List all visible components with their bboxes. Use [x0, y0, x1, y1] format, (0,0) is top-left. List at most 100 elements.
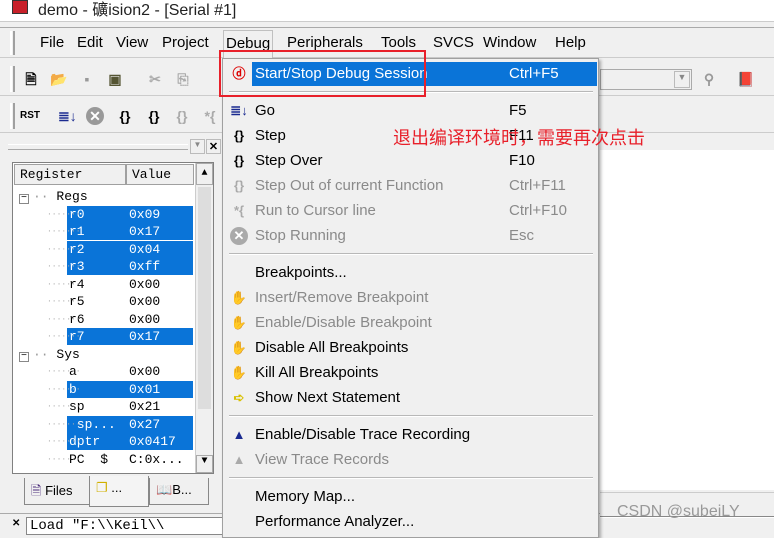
go-icon: ≣↓	[230, 103, 248, 118]
menu-item-breakpoints[interactable]: Breakpoints...	[226, 261, 597, 285]
cut-icon[interactable]: ✂	[146, 70, 164, 88]
table-row[interactable]: a 0x00	[67, 363, 193, 380]
menu-item-insert-remove-breakpoint[interactable]: ✋ Insert/Remove Breakpoint	[226, 286, 597, 310]
table-row[interactable]: r2 0x04	[67, 240, 193, 258]
collapse-icon[interactable]: −	[19, 194, 29, 204]
register-value: 0x0417	[129, 434, 176, 449]
scroll-down-icon[interactable]: ▼	[196, 455, 213, 473]
menu-item-label: Disable All Breakpoints	[255, 339, 409, 356]
tab-files[interactable]: 🗎 Files	[24, 478, 90, 505]
reset-icon[interactable]: RST	[18, 107, 42, 125]
tree-group[interactable]: − ·· Sys	[15, 346, 80, 363]
menu-item-step-over[interactable]: {} Step Over F10	[226, 149, 597, 173]
table-row[interactable]: PC $ C:0x...	[67, 451, 193, 468]
menu-item-step-out-of-current-function[interactable]: {} Step Out of current Function Ctrl+F11	[226, 174, 597, 198]
tree-connector: ·······	[47, 279, 81, 289]
binoculars-icon[interactable]: ⚲	[700, 70, 718, 88]
step-over-icon[interactable]: {}	[145, 107, 163, 125]
menu-view[interactable]: View	[116, 34, 148, 51]
menu-item-kill-all-breakpoints[interactable]: ✋ Kill All Breakpoints	[226, 361, 597, 385]
editor-area[interactable]	[600, 150, 774, 490]
close-icon[interactable]: ✕	[206, 139, 221, 154]
menu-project[interactable]: Project	[162, 34, 209, 51]
save-icon[interactable]: ▪	[78, 70, 96, 88]
menu-item-performance-analyzer[interactable]: Performance Analyzer...	[226, 510, 597, 534]
tree-connector: ·······	[47, 402, 81, 411]
menu-item-label: View Trace Records	[255, 451, 389, 468]
go-icon[interactable]: ≣↓	[58, 107, 77, 125]
panel-grip[interactable]	[8, 144, 188, 150]
group-label: Sys	[56, 346, 80, 362]
menu-item-label: Enable/Disable Breakpoint	[255, 314, 432, 331]
menu-item-memory-map[interactable]: Memory Map...	[226, 485, 597, 509]
table-row[interactable]: sp... 0x27	[67, 415, 193, 433]
menu-item-enable-disable-breakpoint[interactable]: ✋ Enable/Disable Breakpoint	[226, 311, 597, 335]
table-row[interactable]: b 0x01	[67, 380, 193, 398]
menu-item-view-trace-records[interactable]: ▲ View Trace Records	[226, 448, 597, 472]
tree-connector: ·······	[47, 314, 81, 324]
book-icon[interactable]: 📕	[737, 70, 755, 88]
menu-help[interactable]: Help	[555, 34, 586, 51]
scroll-thumb[interactable]	[198, 187, 211, 409]
table-row[interactable]: r3 0xff	[67, 258, 193, 275]
chevron-down-icon[interactable]: ▼	[674, 71, 690, 88]
toolbar-grip[interactable]	[10, 103, 15, 129]
menu-separator	[229, 415, 593, 417]
menu-item-run-to-cursor-line[interactable]: *{Run to Cursor line Ctrl+F10	[226, 199, 597, 223]
table-row[interactable]: r0 0x09	[67, 205, 193, 223]
tab-registers[interactable]: ❐ ...	[89, 476, 149, 507]
menu-item-label: Run to Cursor line	[255, 202, 376, 219]
tab-books[interactable]: 📖B...	[149, 478, 209, 505]
toolbar-grip[interactable]	[10, 66, 15, 92]
tree-connector: ·······	[47, 244, 81, 254]
menu-tools[interactable]: Tools	[381, 34, 416, 51]
open-folder-icon[interactable]: 📂	[50, 70, 68, 88]
tree-connector: ·······	[47, 209, 81, 219]
panel-dropdown-icon[interactable]: ▼	[190, 139, 205, 154]
table-row[interactable]: sp 0x21	[67, 398, 193, 415]
scroll-up-icon[interactable]: ▲	[196, 163, 213, 185]
scrollbar[interactable]: ▲ ▼	[195, 163, 213, 473]
menu-item-shortcut: Esc	[509, 227, 535, 244]
menu-item-stop-running[interactable]: ✕ Stop Running Esc	[226, 224, 597, 248]
menu-window[interactable]: Window	[483, 34, 536, 51]
menu-file[interactable]: File	[40, 34, 64, 51]
step-out-icon[interactable]: {}	[173, 107, 191, 125]
menu-item-disable-all-breakpoints[interactable]: ✋ Disable All Breakpoints	[226, 336, 597, 360]
register-tree[interactable]: Register Value ▲ ▼ − ·· Regs r0 0x09 ·······…	[12, 162, 214, 474]
table-row[interactable]: r5 0x00	[67, 293, 193, 310]
menu-peripherals[interactable]: Peripherals	[287, 34, 363, 51]
output-text: Load "F:\\Keil\\	[26, 517, 226, 535]
run-to-cursor-icon[interactable]: *{	[201, 107, 219, 125]
find-combo[interactable]: ▼	[600, 69, 692, 90]
table-row[interactable]: r6 0x00	[67, 311, 193, 328]
close-output-icon[interactable]: ✕	[12, 518, 24, 530]
menu-item-label: Stop Running	[255, 227, 346, 244]
stop-icon[interactable]: ✕	[86, 107, 104, 125]
step-icon[interactable]: {}	[116, 107, 134, 125]
collapse-icon[interactable]: −	[19, 351, 29, 362]
register-value: 0x21	[129, 399, 161, 414]
tree-connector: ·······	[47, 227, 81, 236]
new-file-icon[interactable]: 🗎	[22, 70, 40, 88]
menu-item-label: Step	[255, 127, 286, 144]
menu-edit[interactable]: Edit	[77, 34, 103, 51]
register-value: 0xff	[129, 259, 161, 274]
menu-item-show-next-statement[interactable]: ➪ Show Next Statement	[226, 386, 597, 410]
save-all-icon[interactable]: ▣	[106, 70, 124, 88]
menubar-grip[interactable]	[10, 31, 15, 55]
table-row[interactable]: dptr 0x0417	[67, 433, 193, 450]
menu-svcs[interactable]: SVCS	[433, 34, 474, 51]
menu-item-label: Kill All Breakpoints	[255, 364, 379, 381]
column-header-value[interactable]: Value	[126, 164, 194, 185]
register-value: 0x00	[129, 276, 161, 292]
menu-item-go[interactable]: ≣↓ Go F5	[226, 99, 597, 123]
copy-icon[interactable]: ⎘	[174, 70, 192, 88]
table-row[interactable]: r1 0x17	[67, 223, 193, 240]
arrow-right-icon: ➪	[233, 390, 245, 405]
menu-item-enable-disable-trace-recording[interactable]: ▲ Enable/Disable Trace Recording	[226, 423, 597, 447]
tree-group[interactable]: − ·· Regs	[15, 188, 88, 205]
table-row[interactable]: r4 0x00	[67, 276, 193, 293]
table-row[interactable]: r7 0x17	[67, 328, 193, 345]
column-header-register[interactable]: Register	[14, 164, 126, 185]
